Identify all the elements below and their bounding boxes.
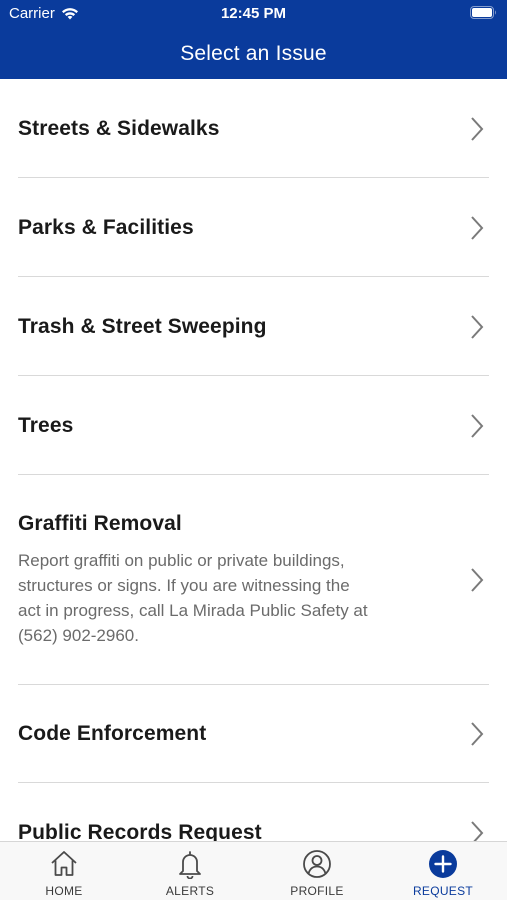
tab-label: ALERTS [165,884,215,898]
issue-label: Code Enforcement [18,722,207,745]
battery-icon [470,6,497,23]
home-icon [51,851,77,876]
issue-label: Parks & Facilities [18,215,194,239]
issue-row-public-records-request[interactable]: Public Records Request [0,783,507,841]
chevron-right-icon [471,215,484,240]
tab-request[interactable]: REQUEST [380,842,506,900]
chevron-right-icon [471,314,484,339]
tab-bar: HOME ALERTS PROFILE REQUEST [0,841,507,900]
status-time: 12:45 PM [220,5,287,22]
issue-row-code-enforcement[interactable]: Code Enforcement [0,685,507,783]
issue-label: Public Records Request [18,820,262,842]
navigation-bar: Select an Issue [0,28,507,79]
page-title: Select an Issue [180,41,327,65]
tab-profile[interactable]: PROFILE [254,842,380,900]
issue-label: Graffiti Removal [18,512,182,535]
issue-row-parks-facilities[interactable]: Parks & Facilities [0,178,507,277]
tab-label: PROFILE [290,884,344,898]
issue-row-streets-sidewalks[interactable]: Streets & Sidewalks [0,79,507,178]
tab-home[interactable]: HOME [1,842,127,900]
plus-circle-icon [429,850,457,878]
issue-description: Report graffiti on public or private bui… [18,551,368,645]
issue-label: Trash & Street Sweeping [18,314,267,338]
status-bar: Carrier 12:45 PM [0,0,507,28]
tab-label: HOME [45,884,83,898]
issue-row-trees[interactable]: Trees [0,376,507,475]
issue-label: Streets & Sidewalks [18,116,220,140]
chevron-right-icon [471,116,484,141]
tab-alerts[interactable]: ALERTS [127,842,253,900]
tab-label: REQUEST [412,884,474,898]
issue-list[interactable]: Streets & Sidewalks Parks & Facilities T… [0,79,507,841]
profile-icon [303,850,331,878]
chevron-right-icon [471,568,484,592]
chevron-right-icon [471,722,484,746]
bell-icon [179,851,201,879]
issue-row-trash-street-sweeping[interactable]: Trash & Street Sweeping [0,277,507,376]
chevron-right-icon [471,820,484,841]
issue-label: Trees [18,413,74,437]
issue-row-graffiti-removal[interactable]: Graffiti Removal Report graffiti on publ… [0,475,507,685]
chevron-right-icon [471,413,484,438]
